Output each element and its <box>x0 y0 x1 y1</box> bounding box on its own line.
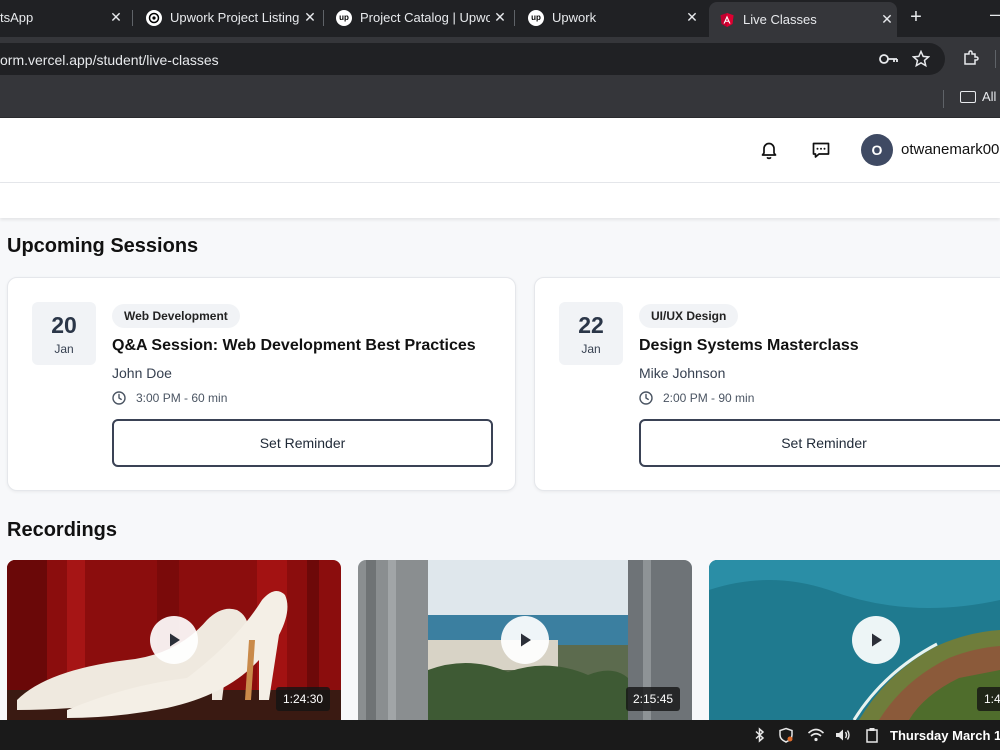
browser-tab-bar: tsApp ✕ Upwork Project Listing ✕ up Proj… <box>0 0 1000 37</box>
session-card: 20 Jan Web Development Q&A Session: Web … <box>7 277 516 491</box>
date-month: Jan <box>581 342 601 356</box>
session-time: 3:00 PM - 60 min <box>112 391 227 405</box>
recording-card[interactable]: 2:15:45 <box>358 560 692 720</box>
set-reminder-button[interactable]: Set Reminder <box>639 419 1000 467</box>
star-icon[interactable] <box>911 49 931 72</box>
folder-label: All <box>982 89 997 104</box>
angular-icon <box>719 12 735 28</box>
play-icon <box>872 633 882 647</box>
extensions-icon[interactable] <box>962 49 980 72</box>
minimize-icon[interactable]: – <box>990 4 1000 25</box>
instructor-name: John Doe <box>112 365 172 381</box>
set-reminder-button[interactable]: Set Reminder <box>112 419 493 467</box>
close-icon[interactable]: ✕ <box>300 9 320 26</box>
recordings-heading: Recordings <box>7 519 118 541</box>
date-month: Jan <box>54 342 74 356</box>
category-badge: Web Development <box>112 304 240 328</box>
tab-title: tsApp <box>0 10 34 25</box>
os-taskbar: Thursday March 1 <box>0 720 1000 750</box>
tab-title: Project Catalog | Upwork <box>360 10 490 25</box>
tab-separator <box>323 10 324 26</box>
upwork-icon: up <box>336 9 352 26</box>
clipboard-icon[interactable] <box>865 727 879 746</box>
sub-header-bar <box>0 183 1000 218</box>
session-date: 22 Jan <box>559 302 623 365</box>
tab-live-classes[interactable]: Live Classes ✕ <box>709 2 897 37</box>
tab-separator <box>132 10 133 26</box>
bluetooth-icon[interactable] <box>754 727 766 746</box>
close-icon[interactable]: ✕ <box>106 9 126 26</box>
all-bookmarks-folder[interactable]: All <box>960 89 996 104</box>
tab-title: Upwork Project Listing <box>170 10 300 25</box>
date-day: 20 <box>51 312 77 338</box>
duration-badge: 2:15:45 <box>626 687 681 711</box>
play-icon <box>170 633 180 647</box>
close-icon[interactable]: ✕ <box>682 9 702 26</box>
recording-card[interactable]: 1:4 <box>709 560 1000 720</box>
tab-separator <box>514 10 515 26</box>
session-title: Q&A Session: Web Development Best Practi… <box>112 337 476 354</box>
bell-icon[interactable] <box>757 138 781 162</box>
tab-upwork[interactable]: up Upwork ✕ <box>518 0 702 35</box>
username[interactable]: otwanemark00 <box>901 141 999 158</box>
toolbar-separator <box>995 50 996 68</box>
avatar[interactable]: O <box>861 134 893 166</box>
session-time: 2:00 PM - 90 min <box>639 391 754 405</box>
url-text[interactable]: orm.vercel.app/student/live-classes <box>0 52 219 68</box>
session-card: 22 Jan UI/UX Design Design Systems Maste… <box>534 277 1000 491</box>
key-icon[interactable] <box>879 52 899 70</box>
upcoming-sessions-heading: Upcoming Sessions <box>7 235 199 257</box>
play-button[interactable] <box>852 616 900 664</box>
category-badge: UI/UX Design <box>639 304 739 328</box>
shield-icon[interactable] <box>778 727 794 746</box>
tab-upwork-project-listing[interactable]: Upwork Project Listing ✕ <box>136 0 320 35</box>
close-icon[interactable]: ✕ <box>490 9 510 26</box>
bookmarks-bar: All <box>0 80 1000 118</box>
time-text: 2:00 PM - 90 min <box>663 391 755 405</box>
new-tab-button[interactable]: + <box>906 6 926 29</box>
clock-icon <box>112 391 126 405</box>
wifi-icon[interactable] <box>807 727 825 746</box>
recording-card[interactable]: 1:24:30 <box>7 560 341 720</box>
play-button[interactable] <box>150 616 198 664</box>
clock-icon <box>639 391 653 405</box>
folder-icon <box>960 90 976 103</box>
system-clock[interactable]: Thursday March 1 <box>890 728 1000 743</box>
session-title: Design Systems Masterclass <box>639 337 859 354</box>
duration-badge: 1:24:30 <box>276 687 331 711</box>
openai-icon <box>146 9 162 26</box>
instructor-name: Mike Johnson <box>639 365 726 381</box>
tab-project-catalog[interactable]: up Project Catalog | Upwork ✕ <box>326 0 510 35</box>
date-day: 22 <box>578 312 604 338</box>
tab-title: Live Classes <box>743 12 817 27</box>
volume-icon[interactable] <box>834 727 852 746</box>
bookmarks-separator <box>943 90 944 108</box>
duration-badge: 1:4 <box>977 687 1000 711</box>
app-header <box>0 118 1000 183</box>
play-icon <box>521 633 531 647</box>
message-icon[interactable] <box>809 138 833 162</box>
tab-title: Upwork <box>552 10 597 25</box>
upwork-icon: up <box>528 9 544 26</box>
time-text: 3:00 PM - 60 min <box>136 391 228 405</box>
play-button[interactable] <box>501 616 549 664</box>
tab-whatsapp[interactable]: tsApp ✕ <box>0 0 126 35</box>
close-icon[interactable]: ✕ <box>877 11 897 28</box>
session-date: 20 Jan <box>32 302 96 365</box>
